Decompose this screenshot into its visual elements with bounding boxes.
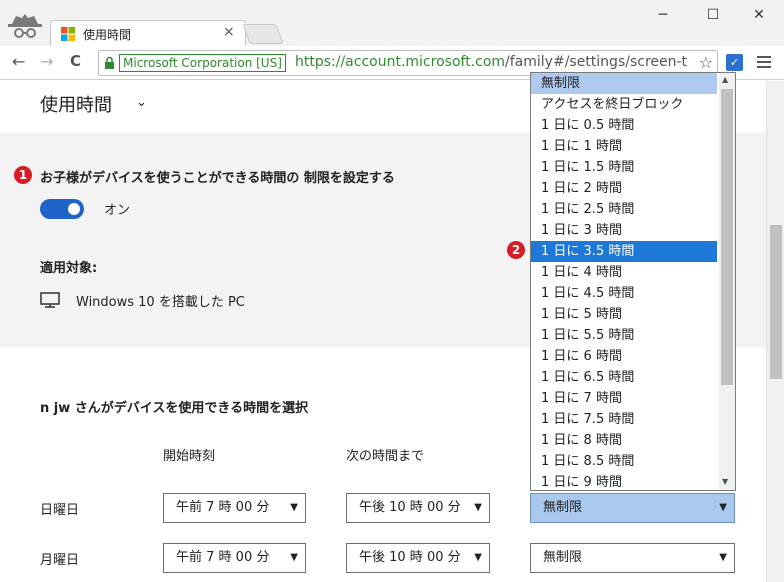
minimize-button[interactable]: ─: [640, 4, 686, 26]
limit-toggle[interactable]: [40, 199, 84, 219]
back-button[interactable]: ←: [12, 52, 25, 71]
toggle-knob: [68, 203, 80, 215]
scroll-down-arrow-icon[interactable]: ▼: [722, 477, 728, 486]
dropdown-scrollbar[interactable]: ▲ ▼: [719, 73, 735, 490]
dropdown-option[interactable]: 1 日に 8 時間: [531, 430, 717, 451]
sunday-end-select[interactable]: 午後 10 時 00 分 ▼: [346, 493, 490, 523]
dropdown-option[interactable]: 1 日に 7.5 時間: [531, 409, 717, 430]
url-path: /family#/settings/screen-t: [505, 54, 688, 70]
day-label-sunday: 日曜日: [40, 503, 80, 518]
applies-to-label: 適用対象:: [40, 261, 98, 276]
dropdown-option[interactable]: 1 日に 2.5 時間: [531, 199, 717, 220]
select-arrow-icon: ▼: [290, 502, 298, 513]
browser-titlebar: 使用時間 × ─ ☐ ✕: [0, 0, 784, 46]
column-header-end: 次の時間まで: [346, 449, 425, 464]
close-window-button[interactable]: ✕: [736, 4, 782, 26]
dropdown-option[interactable]: 1 日に 5.5 時間: [531, 325, 717, 346]
select-arrow-icon: ▼: [474, 552, 482, 563]
scroll-up-arrow-icon[interactable]: ▲: [722, 75, 728, 84]
callout-badge-1: 1: [14, 166, 32, 184]
sunday-limit-select[interactable]: 無制限 ▼: [530, 493, 735, 523]
select-value: 午前 7 時 00 分: [176, 550, 270, 565]
reload-button[interactable]: C: [70, 52, 81, 70]
monday-limit-select[interactable]: 無制限 ▼: [530, 543, 735, 573]
dropdown-option[interactable]: アクセスを終日ブロック: [531, 94, 717, 115]
dropdown-option[interactable]: 1 日に 7 時間: [531, 388, 717, 409]
dropdown-option[interactable]: 1 日に 6 時間: [531, 346, 717, 367]
sunday-start-select[interactable]: 午前 7 時 00 分 ▼: [163, 493, 306, 523]
tab-title: 使用時間: [83, 28, 132, 42]
page-scrollbar[interactable]: [766, 81, 784, 582]
device-name: Windows 10 を搭載した PC: [76, 295, 245, 310]
page-scrollbar-thumb[interactable]: [770, 225, 782, 379]
new-tab-button[interactable]: [242, 24, 284, 44]
choose-time-heading: n jw さんがデバイスを使用できる時間を選択: [40, 401, 309, 416]
lock-icon: [105, 57, 114, 69]
dropdown-option[interactable]: 1 日に 4 時間: [531, 262, 717, 283]
callout-badge-2: 2: [507, 241, 525, 259]
select-value: 無制限: [543, 550, 583, 565]
select-value: 無制限: [543, 500, 583, 515]
monitor-icon: [40, 292, 60, 308]
dropdown-option[interactable]: 1 日に 2 時間: [531, 178, 717, 199]
dropdown-option[interactable]: 1 日に 3 時間: [531, 220, 717, 241]
ev-certificate-badge[interactable]: Microsoft Corporation [US]: [119, 54, 286, 72]
microsoft-logo-icon: [61, 27, 75, 41]
page-title: 使用時間: [40, 95, 112, 116]
maximize-button[interactable]: ☐: [690, 4, 736, 26]
select-arrow-icon: ▼: [474, 502, 482, 513]
dropdown-option[interactable]: 1 日に 8.5 時間: [531, 451, 717, 472]
dropdown-option[interactable]: 1 日に 5 時間: [531, 304, 717, 325]
time-limit-dropdown-list[interactable]: ▲ ▼ 無制限 アクセスを終日ブロック 1 日に 0.5 時間 1 日に 1 時間 1 …: [530, 72, 736, 491]
browser-menu-icon[interactable]: [757, 56, 771, 68]
select-arrow-icon: ▼: [719, 502, 727, 513]
url-text[interactable]: https://account.microsoft.com/family#/se…: [295, 54, 687, 70]
tab-close-icon[interactable]: ×: [223, 24, 235, 40]
dropdown-option[interactable]: 1 日に 0.5 時間: [531, 115, 717, 136]
dropdown-option[interactable]: 1 日に 6.5 時間: [531, 367, 717, 388]
select-value: 午後 10 時 00 分: [359, 500, 461, 515]
dropdown-option[interactable]: 無制限: [531, 73, 717, 94]
dropdown-option[interactable]: 1 日に 4.5 時間: [531, 283, 717, 304]
dropdown-option[interactable]: 1 日に 1 時間: [531, 136, 717, 157]
url-host: https://account.microsoft.com: [295, 54, 506, 70]
select-arrow-icon: ▼: [719, 552, 727, 563]
bookmark-star-icon[interactable]: ☆: [698, 53, 713, 72]
extension-icon[interactable]: ✓: [726, 54, 743, 71]
browser-tab[interactable]: 使用時間 ×: [50, 20, 246, 46]
toggle-state-label: オン: [104, 203, 131, 218]
dropdown-option[interactable]: 1 日に 1.5 時間: [531, 157, 717, 178]
chevron-down-icon[interactable]: ⌄: [136, 95, 147, 110]
dropdown-option[interactable]: 1 日に 9 時間: [531, 472, 717, 490]
select-value: 午前 7 時 00 分: [176, 500, 270, 515]
day-label-monday: 月曜日: [40, 553, 80, 568]
monday-end-select[interactable]: 午後 10 時 00 分 ▼: [346, 543, 490, 573]
select-arrow-icon: ▼: [290, 552, 298, 563]
forward-button[interactable]: →: [40, 52, 53, 71]
setting-heading: お子様がデバイスを使うことができる時間の 制限を設定する: [40, 171, 395, 186]
column-header-start: 開始時刻: [163, 449, 216, 464]
dropdown-option[interactable]: 1 日に 3.5 時間: [531, 241, 717, 262]
monday-start-select[interactable]: 午前 7 時 00 分 ▼: [163, 543, 306, 573]
dropdown-scrollbar-thumb[interactable]: [721, 89, 733, 385]
incognito-icon: [8, 14, 42, 38]
select-value: 午後 10 時 00 分: [359, 550, 461, 565]
